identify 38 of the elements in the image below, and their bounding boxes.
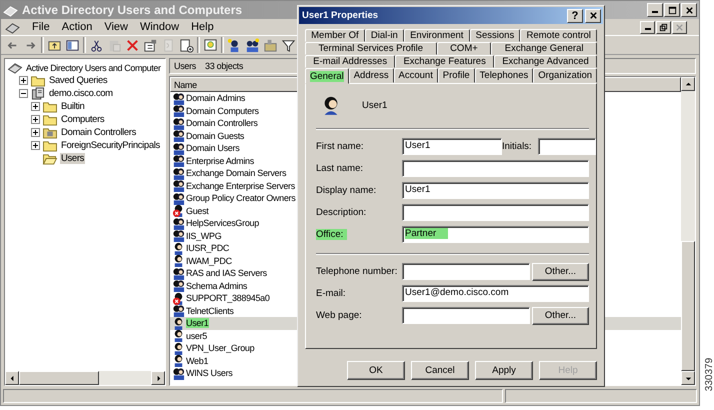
object-name: Guest xyxy=(186,206,209,216)
object-name: Schema Admins xyxy=(186,280,248,291)
object-name: Domain Users xyxy=(186,143,240,154)
object-name: Domain Admins xyxy=(186,93,246,104)
object-name: RAS and IAS Servers xyxy=(186,268,267,278)
container-title: Users xyxy=(174,61,196,71)
field-label: Telephone number: xyxy=(316,266,398,277)
object-name: IWAM_PDC xyxy=(186,256,232,266)
object-name: IIS_WPG xyxy=(186,230,222,241)
object-name: User1 xyxy=(186,318,209,328)
object-name: TelnetClients xyxy=(186,306,234,316)
field-label: Initials: xyxy=(502,141,532,152)
object-name: SUPPORT_388945a0 xyxy=(186,293,270,304)
object-name: Domain Computers xyxy=(186,106,259,116)
object-name: user5 xyxy=(186,330,208,341)
figure-number: 330379 xyxy=(704,358,714,392)
object-name: Group Policy Creator Owners xyxy=(186,193,296,204)
field-label: Description: xyxy=(316,207,368,218)
object-name: WINS Users xyxy=(186,368,233,378)
user-name: User1 xyxy=(362,100,388,110)
object-name: Web1 xyxy=(186,356,208,366)
object-name: IUSR_PDC xyxy=(186,243,230,254)
object-name: Exchange Enterprise Servers xyxy=(186,180,295,191)
field-label: First name: xyxy=(316,141,365,152)
object-name: HelpServicesGroup xyxy=(186,218,259,228)
window-title: Active Directory Users and Computers xyxy=(22,3,242,17)
dialog-title: User1 Properties xyxy=(302,10,380,21)
object-count: 33 objects xyxy=(205,61,244,71)
field-label: E-mail: xyxy=(316,288,347,299)
field-label: Office: xyxy=(316,229,402,240)
field-label: Last name: xyxy=(316,163,364,174)
object-name: Exchange Domain Servers xyxy=(186,168,286,178)
object-name: Domain Guests xyxy=(186,130,244,141)
object-name: Domain Controllers xyxy=(186,118,258,128)
field-label: Display name: xyxy=(316,185,378,196)
object-name: Enterprise Admins xyxy=(186,156,254,166)
field-label: Web page: xyxy=(316,310,363,321)
object-name: VPN_User_Group xyxy=(186,343,254,354)
